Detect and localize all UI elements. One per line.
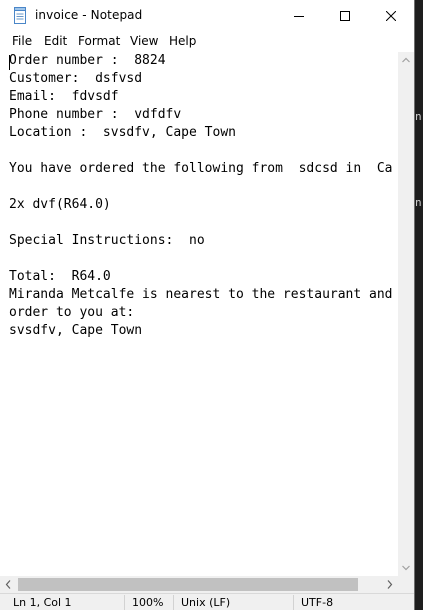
horizontal-scroll-thumb[interactable] — [18, 578, 358, 591]
notepad-window: invoice - Notepad File Edit Format View … — [0, 0, 415, 610]
maximize-button[interactable] — [322, 0, 368, 32]
status-encoding: UTF-8 — [301, 596, 334, 609]
close-icon — [386, 11, 396, 21]
text-line: Customer: dsfvsd — [9, 71, 143, 86]
minimize-icon — [294, 16, 304, 17]
status-zoom: 100% — [132, 596, 164, 609]
status-divider — [124, 595, 125, 610]
maximize-icon — [340, 11, 350, 21]
vertical-scrollbar[interactable] — [398, 52, 414, 576]
window-title: invoice - Notepad — [35, 8, 143, 22]
text-line: Special Instructions: no — [9, 233, 205, 248]
chevron-up-icon — [402, 57, 410, 63]
title-bar[interactable]: invoice - Notepad — [0, 0, 414, 32]
chevron-down-icon — [402, 565, 410, 571]
background-text-fragment: n. — [415, 110, 423, 123]
menu-format[interactable]: Format — [78, 34, 120, 48]
background-text-fragment: n. — [415, 196, 423, 209]
menu-help[interactable]: Help — [169, 34, 196, 48]
scroll-down-button[interactable] — [398, 559, 414, 576]
close-button[interactable] — [368, 0, 414, 32]
chevron-right-icon — [387, 580, 393, 589]
menu-view[interactable]: View — [130, 34, 158, 48]
text-line: svsdfv, Cape Town — [9, 323, 143, 338]
chevron-left-icon — [5, 580, 11, 589]
status-divider — [293, 595, 294, 610]
notepad-icon — [12, 7, 28, 24]
status-cursor-position: Ln 1, Col 1 — [13, 596, 72, 609]
text-editor[interactable]: Order number : 8824 Customer: dsfvsd Ema… — [0, 52, 398, 576]
scrollbar-corner — [398, 576, 414, 593]
scroll-left-button[interactable] — [0, 576, 17, 593]
scroll-up-button[interactable] — [398, 52, 414, 69]
text-line: Email: fdvsdf — [9, 89, 119, 104]
text-line: 2x dvf(R64.0) — [9, 197, 111, 212]
text-line: Total: R64.0 — [9, 269, 111, 284]
text-line: order to you at: — [9, 305, 135, 320]
text-caret — [9, 55, 10, 70]
status-divider — [173, 595, 174, 610]
minimize-button[interactable] — [276, 0, 322, 32]
status-bar: Ln 1, Col 1 100% Unix (LF) UTF-8 — [0, 593, 414, 610]
text-line: Miranda Metcalfe is nearest to the resta… — [9, 287, 393, 302]
text-line: Location : svsdfv, Cape Town — [9, 125, 236, 140]
text-line: Order number : 8824 — [9, 53, 166, 68]
menu-edit[interactable]: Edit — [44, 34, 67, 48]
horizontal-scrollbar[interactable] — [0, 576, 398, 593]
menu-file[interactable]: File — [12, 34, 32, 48]
menu-bar: File Edit Format View Help — [0, 32, 414, 52]
text-line: You have ordered the following from sdcs… — [9, 161, 393, 176]
text-line: Phone number : vdfdfv — [9, 107, 182, 122]
status-line-ending: Unix (LF) — [181, 596, 231, 609]
scroll-right-button[interactable] — [381, 576, 398, 593]
